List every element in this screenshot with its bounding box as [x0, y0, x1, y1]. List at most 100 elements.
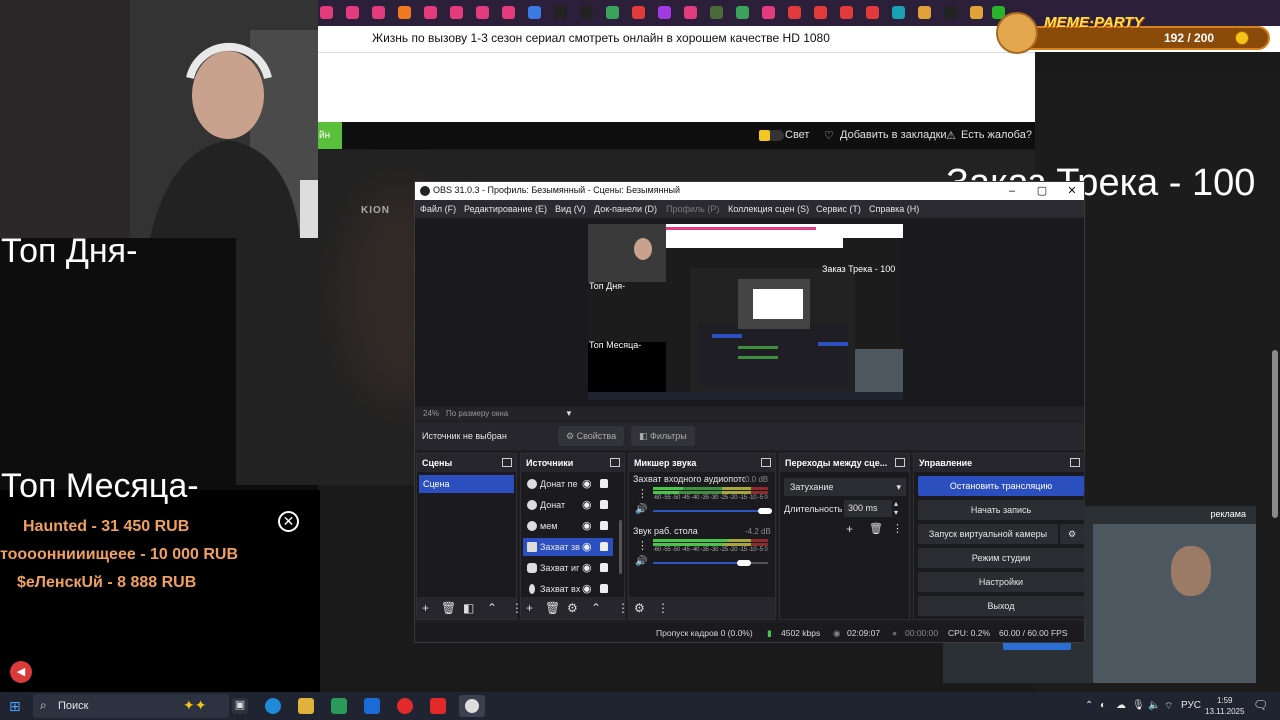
menu-tools[interactable]: Сервис (T) [816, 204, 861, 214]
duration-input[interactable]: 300 ms [844, 500, 892, 517]
yandex-icon[interactable] [430, 698, 446, 714]
properties-button[interactable]: ⚙ Свойства [558, 426, 625, 446]
bookmark-link[interactable]: Добавить в закладки [840, 129, 947, 141]
virtual-camera-button[interactable]: Запуск виртуальной камеры [918, 524, 1058, 544]
settings-button[interactable]: Настройки [918, 572, 1084, 592]
tab-icon[interactable] [398, 6, 411, 19]
green-button[interactable]: йн [318, 122, 342, 149]
lock-icon[interactable] [600, 479, 608, 488]
filters-button[interactable]: ◧ Фильтры [631, 426, 695, 446]
tab-icon[interactable] [450, 6, 463, 19]
trash-icon[interactable]: 🗑 [441, 601, 456, 615]
undock-icon[interactable] [761, 458, 771, 467]
eye-icon[interactable]: ◉ [582, 477, 592, 490]
transition-select[interactable]: Затухание ▾ [784, 478, 906, 496]
tab-icon[interactable] [918, 6, 931, 19]
menu-scene-collection[interactable]: Коллекция сцен (S) [728, 204, 809, 214]
filter-icon[interactable]: ◧ [463, 601, 474, 615]
maximize-icon[interactable]: ▢ [1027, 183, 1057, 199]
notification-icon[interactable]: 🗨 [1253, 698, 1268, 712]
trash-icon[interactable]: 🗑 [545, 601, 560, 615]
light-toggle-label[interactable]: Свет [785, 129, 809, 141]
start-recording-button[interactable]: Начать запись [918, 500, 1084, 520]
taskbar-search[interactable]: ⌕ Поиск ✦✦ [33, 694, 229, 718]
volume-icon[interactable]: 🔊 [635, 556, 647, 567]
taskbar-clock[interactable]: 1:59 13.11.2025 [1205, 695, 1244, 717]
more-icon[interactable]: ⋮ [657, 601, 669, 615]
close-icon[interactable]: ✕ [278, 511, 299, 532]
tab-icon[interactable] [762, 6, 775, 19]
tab-icon[interactable] [554, 6, 567, 19]
up-icon[interactable]: ⌃ [591, 601, 601, 615]
gear-icon[interactable]: ⚙ [1060, 524, 1084, 544]
volume-slider[interactable] [653, 562, 743, 564]
task-view-icon[interactable]: ▣ [232, 698, 248, 714]
undock-icon[interactable] [895, 458, 905, 467]
sources-scrollbar[interactable] [619, 520, 622, 574]
tab-icon[interactable] [814, 6, 827, 19]
source-item[interactable]: мем ◉ [523, 517, 613, 535]
source-item[interactable]: Захват вх ◉ [523, 580, 613, 598]
edge-icon[interactable] [265, 698, 281, 714]
tab-icon[interactable] [528, 6, 541, 19]
volume-icon[interactable]: 🔈 [1148, 700, 1160, 711]
minimize-icon[interactable]: – [997, 183, 1027, 199]
volume-slider[interactable] [653, 510, 768, 512]
tab-icon[interactable] [580, 6, 593, 19]
lock-icon[interactable] [600, 563, 608, 572]
tab-icon[interactable] [502, 6, 515, 19]
add-icon[interactable]: + [526, 601, 533, 615]
windows-start-icon[interactable]: ⊞ [9, 698, 21, 715]
tray-icon[interactable]: ◐ [1100, 700, 1106, 711]
language-indicator[interactable]: РУС [1181, 700, 1201, 711]
obs-titlebar[interactable]: OBS 31.0.3 - Профиль: Безымянный - Сцены… [415, 182, 1084, 200]
tab-icon[interactable] [320, 6, 333, 19]
tab-icon[interactable] [892, 6, 905, 19]
light-switch[interactable] [770, 130, 784, 141]
gear-icon[interactable]: ⚙ [634, 601, 645, 615]
tab-icon[interactable] [736, 6, 749, 19]
mute-icon[interactable]: ◀ [10, 661, 32, 683]
tab-icon[interactable] [944, 6, 957, 19]
more-icon[interactable]: ⋮ [637, 539, 648, 552]
menu-edit[interactable]: Редактирование (E) [464, 204, 547, 214]
tab-icon[interactable] [476, 6, 489, 19]
undock-icon[interactable] [502, 458, 512, 467]
lock-icon[interactable] [600, 521, 608, 530]
trash-icon[interactable]: 🗑 [869, 522, 883, 535]
mic-icon[interactable]: 🎙 [1132, 700, 1145, 711]
outlook-icon[interactable] [364, 698, 380, 714]
menu-docks[interactable]: Док-панели (D) [594, 204, 657, 214]
store-icon[interactable] [331, 698, 347, 714]
more-icon[interactable]: ⋮ [637, 487, 648, 500]
stop-stream-button[interactable]: Остановить трансляцию [918, 476, 1084, 496]
tab-icon[interactable] [346, 6, 359, 19]
tab-icon[interactable] [710, 6, 723, 19]
tab-icon[interactable] [658, 6, 671, 19]
gear-icon[interactable]: ⚙ [567, 601, 578, 615]
tab-icon[interactable] [684, 6, 697, 19]
source-item[interactable]: Захват зв ◉ [523, 538, 613, 556]
more-icon[interactable]: ⋮ [892, 522, 903, 535]
menu-file[interactable]: Файл (F) [420, 204, 456, 214]
eye-icon[interactable]: ◉ [582, 519, 592, 532]
tab-icon[interactable] [606, 6, 619, 19]
network-icon[interactable]: ⌔ [1164, 700, 1173, 713]
tab-icon[interactable] [632, 6, 645, 19]
yandex-browser-icon[interactable] [397, 698, 413, 714]
lock-icon[interactable] [600, 500, 608, 509]
scrollbar-thumb[interactable] [1272, 350, 1278, 518]
menu-help[interactable]: Справка (H) [869, 204, 919, 214]
tab-icon[interactable] [840, 6, 853, 19]
tab-icon[interactable] [424, 6, 437, 19]
source-item[interactable]: Донат ◉ [523, 496, 613, 514]
menu-profile[interactable]: Профиль (P) [666, 204, 719, 214]
eye-icon[interactable]: ◉ [582, 582, 592, 595]
menu-view[interactable]: Вид (V) [555, 204, 586, 214]
spin-icon[interactable]: ▴ ▾ [894, 499, 898, 517]
explorer-icon[interactable] [298, 698, 314, 714]
close-window-icon[interactable]: ✕ [1057, 183, 1087, 199]
source-item[interactable]: Захват иг ◉ [523, 559, 613, 577]
preview-canvas[interactable]: Топ Дня- Топ Месяца- Заказ Трека - 100 [588, 224, 903, 400]
light-icon[interactable] [759, 130, 770, 141]
